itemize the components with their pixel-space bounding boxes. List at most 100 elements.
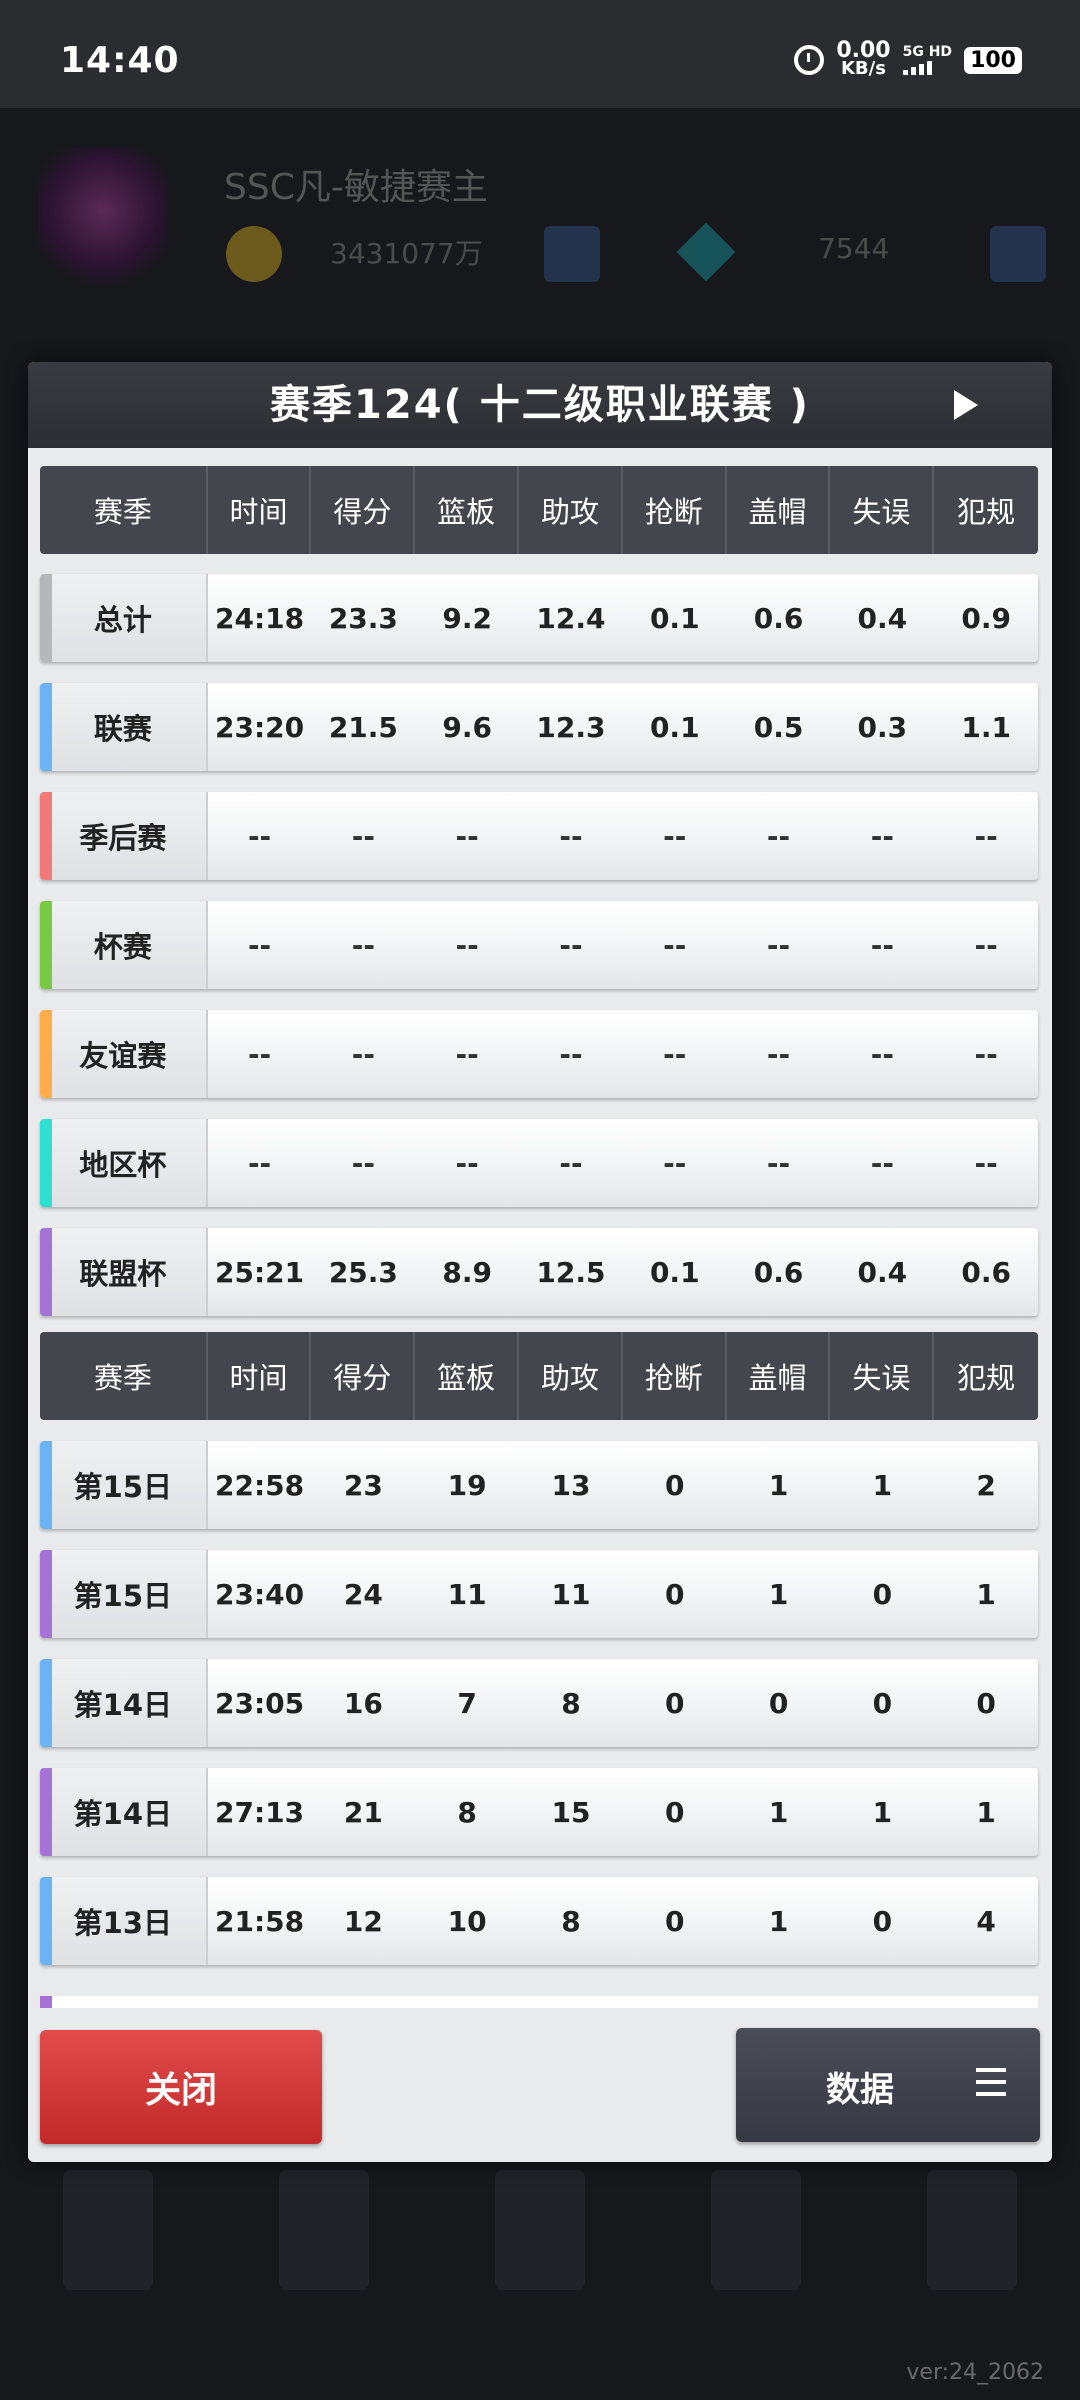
column-header: 失误 <box>830 1332 935 1420</box>
stat-cell: -- <box>663 819 687 853</box>
stat-cell: 23.3 <box>328 601 398 635</box>
signal-bars-icon <box>902 59 952 75</box>
battery-icon: 100 <box>964 46 1022 74</box>
table-header: 赛季 时间 得分 篮板 助攻 抢断 盖帽 失误 犯规 <box>40 466 1038 554</box>
net-speed-unit: KB/s <box>840 58 886 79</box>
stat-cell: 0.3 <box>857 710 908 744</box>
coin-icon <box>226 226 282 282</box>
table-row[interactable]: 第15日 23:40 24 11 11 0 1 0 1 <box>40 1550 1038 1638</box>
column-header: 抢断 <box>623 466 727 554</box>
stat-cell: -- <box>870 1146 894 1180</box>
next-season-icon[interactable] <box>954 390 978 420</box>
stat-cell: -- <box>247 928 272 962</box>
row-label-text: 杯赛 <box>93 930 152 964</box>
table-header: 赛季 时间 得分 篮板 助攻 抢断 盖帽 失误 犯规 <box>40 1332 1038 1420</box>
stat-cell: 10 <box>447 1904 487 1938</box>
nav-icon <box>63 2170 153 2290</box>
coin-value: 3431077万 <box>330 237 483 270</box>
stat-cell: 0 <box>768 1686 789 1720</box>
stat-cell: -- <box>663 928 687 962</box>
stat-cell: -- <box>870 928 894 962</box>
column-header: 犯规 <box>957 1361 1016 1395</box>
clock: 14:40 <box>60 40 180 81</box>
stat-cell: 1 <box>768 1904 789 1938</box>
stat-cell: 22:58 <box>215 1468 305 1502</box>
table-row[interactable]: 杯赛 -- -- -- -- -- -- -- -- <box>40 901 1038 989</box>
column-header: 盖帽 <box>727 466 831 554</box>
table-row[interactable]: 第15日 22:58 23 19 13 0 1 1 2 <box>40 1441 1038 1529</box>
table-row[interactable]: 友谊赛 -- -- -- -- -- -- -- -- <box>40 1010 1038 1098</box>
table-row[interactable]: 季后赛 -- -- -- -- -- -- -- -- <box>40 792 1038 880</box>
stat-cell: 0.5 <box>753 710 804 744</box>
stat-cell: -- <box>766 819 791 853</box>
stat-cell: 24 <box>343 1577 383 1611</box>
alarm-icon <box>794 45 825 75</box>
table-row[interactable]: 第14日 27:13 21 8 15 0 1 1 1 <box>40 1768 1038 1856</box>
data-menu-button[interactable]: 数据 <box>736 2028 1040 2142</box>
row-label: 第14日 <box>40 1659 208 1747</box>
stat-cell: -- <box>247 819 272 853</box>
stat-cell: 16 <box>343 1686 383 1720</box>
table-row[interactable]: 联盟杯 25:21 25.3 8.9 12.5 0.1 0.6 0.4 0.6 <box>40 1228 1038 1316</box>
stat-cell: 0 <box>665 1468 685 1502</box>
stat-cell: -- <box>870 819 894 853</box>
close-button[interactable]: 关闭 <box>40 2030 322 2144</box>
stats-scroll-area[interactable]: 赛季 时间 得分 篮板 助攻 抢断 盖帽 失误 犯规 总计 24:18 23.3 9.2 12.4 0.1 0… <box>28 448 1052 2008</box>
table-row[interactable]: 总计 24:18 23.3 9.2 12.4 0.1 0.6 0.4 0.9 <box>40 574 1038 662</box>
nav-icon <box>279 2170 369 2290</box>
row-label: 友谊赛 <box>40 1010 208 1098</box>
column-header: 失误 <box>830 466 935 554</box>
stat-cell: 0 <box>872 1686 893 1720</box>
stat-cell: 0.6 <box>753 1255 804 1289</box>
stat-cell: 23:20 <box>215 710 305 744</box>
version-label: ver:24_2062 <box>906 2360 1044 2385</box>
stat-cell: 8 <box>457 1795 477 1829</box>
row-color-bar <box>40 1659 52 1747</box>
row-label-text: 第14日 <box>73 1688 173 1722</box>
stat-cell: 0 <box>665 1795 685 1829</box>
stat-cell: -- <box>870 1037 894 1071</box>
stat-cell: -- <box>663 1146 687 1180</box>
add-gems-button <box>990 226 1046 282</box>
table-row[interactable]: 联赛 23:20 21.5 9.6 12.3 0.1 0.5 0.3 1.1 <box>40 683 1038 771</box>
row-label-text: 第15日 <box>73 1579 173 1613</box>
net-speed: 0.00 KB/s <box>836 40 890 79</box>
stat-cell: -- <box>766 928 791 962</box>
stat-cell: 1.1 <box>961 710 1011 744</box>
stat-cell: 1 <box>768 1795 789 1829</box>
stat-cell: -- <box>766 1037 791 1071</box>
stat-cell: 1 <box>872 1468 893 1502</box>
row-label-text: 第13日 <box>73 1906 173 1940</box>
row-label-text: 友谊赛 <box>79 1039 167 1073</box>
row-color-bar <box>40 792 52 880</box>
stat-cell: 23 <box>343 1468 383 1502</box>
row-label: 第13日 <box>40 1877 208 1965</box>
nav-icon <box>927 2170 1017 2290</box>
stat-cell: 4 <box>976 1904 996 1938</box>
stat-cell: -- <box>974 819 998 853</box>
row-label: 季后赛 <box>40 792 208 880</box>
stat-cell: 1 <box>976 1577 996 1611</box>
stat-cell: 11 <box>551 1577 591 1611</box>
stat-cell: 0 <box>665 1904 685 1938</box>
row-label: 联赛 <box>40 683 208 771</box>
stat-cell: 0.4 <box>857 601 908 635</box>
row-label: 第15日 <box>40 1550 208 1638</box>
table-row[interactable]: 第14日 23:05 16 7 8 0 0 0 0 <box>40 1659 1038 1747</box>
row-label-text: 地区杯 <box>79 1148 167 1182</box>
stat-cell: 11 <box>447 1577 487 1611</box>
status-bar: 14:40 0.00 KB/s 5G HD 100 <box>0 0 1080 108</box>
row-label: 地区杯 <box>40 1119 208 1207</box>
stat-cell: -- <box>455 1146 479 1180</box>
stat-cell: 23:40 <box>215 1577 305 1611</box>
table-row[interactable]: 地区杯 -- -- -- -- -- -- -- -- <box>40 1119 1038 1207</box>
table-row[interactable]: 第13日 21:58 12 10 8 0 1 0 4 <box>40 1877 1038 1965</box>
bottom-nav <box>0 2160 1080 2320</box>
stat-cell: 9.6 <box>442 710 492 744</box>
column-header: 时间 <box>208 1332 312 1420</box>
data-button-label: 数据 <box>826 2070 894 2110</box>
stat-cell: 0 <box>976 1686 996 1720</box>
stat-cell: -- <box>974 1037 998 1071</box>
stat-cell: 9.2 <box>442 601 492 635</box>
add-coins-button <box>544 226 600 282</box>
